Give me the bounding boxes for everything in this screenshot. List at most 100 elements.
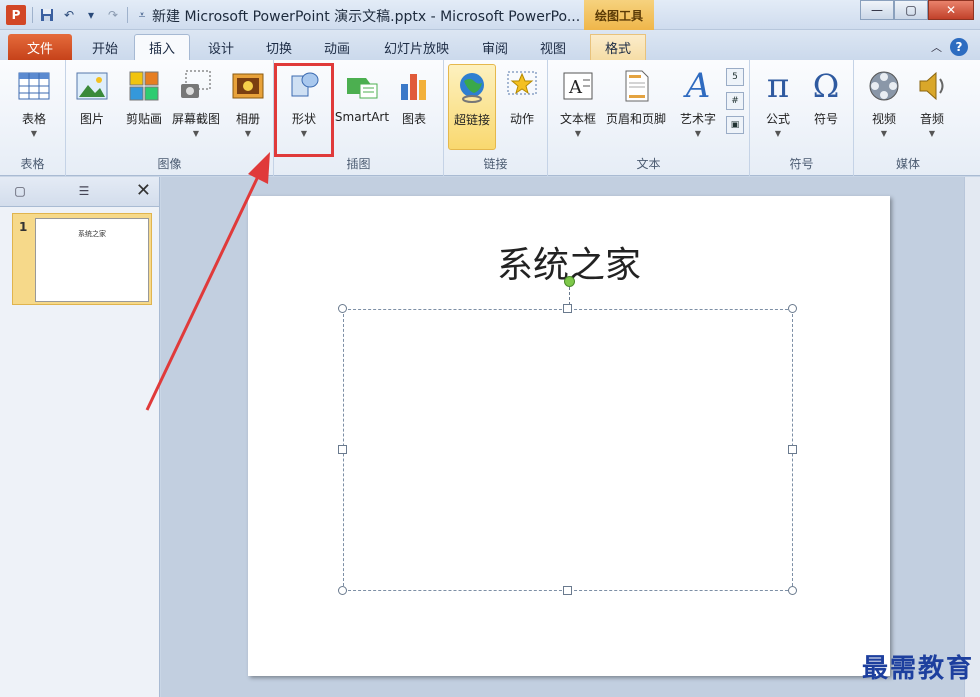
slide-number-icon[interactable]: 5	[726, 68, 744, 86]
resize-handle-left[interactable]	[338, 445, 347, 454]
collapse-ribbon-icon[interactable]: ︿	[931, 39, 942, 55]
video-label: 视频	[871, 112, 896, 126]
dropdown-arrow-icon: ▼	[928, 129, 936, 138]
dropdown-arrow-icon: ▼	[30, 129, 38, 138]
wordart-button[interactable]: A 艺术字 ▼	[672, 64, 724, 150]
dropdown-arrow-icon: ▼	[880, 129, 888, 138]
picture-icon	[76, 72, 108, 100]
hyperlink-globe-icon	[460, 73, 484, 103]
group-label-links: 链接	[483, 157, 508, 171]
rotation-handle[interactable]	[564, 276, 575, 287]
title-bar: P ↶ ▾ ↷ ⩡ 新建 Microsoft PowerPoint 演示文稿.p…	[0, 0, 980, 30]
screenshot-button[interactable]: 屏幕截图 ▼	[168, 64, 224, 150]
thumbnail-preview: 系统之家	[35, 218, 149, 302]
resize-handle-bottom-left[interactable]	[338, 586, 347, 595]
undo-icon[interactable]: ↶	[61, 7, 77, 23]
group-tables: 表格 ▼ 表格	[0, 60, 66, 176]
rotation-connector	[569, 287, 570, 305]
clipart-button[interactable]: 剪贴画	[118, 64, 170, 150]
group-media: 视频 ▼ 音频 ▼ 媒体	[854, 60, 962, 176]
date-time-icon[interactable]: #	[726, 92, 744, 110]
video-button[interactable]: 视频 ▼	[858, 64, 910, 150]
tab-review[interactable]: 审阅	[468, 34, 522, 60]
action-star-icon	[507, 71, 537, 95]
smartart-icon	[347, 78, 378, 99]
close-button[interactable]: ✕	[928, 0, 974, 20]
dropdown-arrow-icon[interactable]: ▾	[83, 7, 99, 23]
screenshot-label: 屏幕截图	[171, 112, 220, 126]
header-footer-label: 页眉和页脚	[605, 112, 666, 126]
help-icon[interactable]: ?	[950, 38, 968, 56]
audio-button[interactable]: 音频 ▼	[906, 64, 958, 150]
help-area: ︿ ?	[931, 38, 968, 56]
powerpoint-logo-icon[interactable]: P	[6, 5, 26, 25]
album-button[interactable]: 相册 ▼	[222, 64, 274, 150]
resize-handle-bottom[interactable]	[563, 586, 572, 595]
equation-button[interactable]: π 公式 ▼	[752, 64, 804, 150]
group-label-illustrations: 插图	[346, 157, 371, 171]
smartart-label: SmartArt	[334, 110, 390, 124]
group-label-images: 图像	[157, 157, 182, 171]
equation-label: 公式	[765, 112, 790, 126]
dropdown-arrow-icon: ▼	[574, 129, 582, 138]
customize-toolbar-icon[interactable]: ⩡	[134, 7, 150, 23]
symbol-omega-icon: Ω	[812, 67, 840, 105]
slide[interactable]: 系统之家	[248, 196, 890, 676]
slide-thumbnail[interactable]: 1 系统之家	[12, 213, 152, 305]
header-footer-button[interactable]: 页眉和页脚	[604, 64, 668, 150]
resize-handle-top[interactable]	[563, 304, 572, 313]
content-placeholder[interactable]	[343, 309, 793, 591]
redo-icon[interactable]: ↷	[105, 7, 121, 23]
textbox-button[interactable]: A 文本框 ▼	[552, 64, 604, 150]
tab-view[interactable]: 视图	[526, 34, 580, 60]
resize-handle-top-right[interactable]	[788, 304, 797, 313]
thumbnail-title: 系统之家	[78, 230, 106, 238]
hyperlink-button[interactable]: 超链接	[448, 64, 496, 150]
outline-tab-icon[interactable]: ☰	[72, 181, 96, 201]
resize-handle-top-left[interactable]	[338, 304, 347, 313]
resize-handle-bottom-right[interactable]	[788, 586, 797, 595]
tab-animations[interactable]: 动画	[310, 34, 364, 60]
window-title: 新建 Microsoft PowerPoint 演示文稿.pptx - Micr…	[152, 9, 581, 25]
hyperlink-label: 超链接	[453, 113, 490, 127]
tab-transitions[interactable]: 切换	[252, 34, 306, 60]
close-icon[interactable]: ✕	[136, 180, 151, 201]
table-label: 表格	[21, 112, 46, 126]
object-icon[interactable]: ▣	[726, 116, 744, 134]
group-text: A 文本框 ▼ 页眉和页脚 A 艺术字 ▼ 5 # ▣ 文本	[548, 60, 750, 176]
maximize-button[interactable]: ▢	[894, 0, 928, 20]
slide-panel: ▢ ☰ ✕ 1 系统之家	[0, 177, 160, 697]
symbol-button[interactable]: Ω 符号	[800, 64, 852, 150]
picture-button[interactable]: 图片	[66, 64, 118, 150]
divider	[32, 7, 33, 23]
picture-label: 图片	[79, 112, 104, 126]
vertical-scrollbar[interactable]	[964, 177, 980, 697]
chart-button[interactable]: 图表	[388, 64, 440, 150]
group-symbols: π 公式 ▼ Ω 符号 符号	[750, 60, 854, 176]
tab-format[interactable]: 格式	[590, 34, 647, 60]
tab-slideshow[interactable]: 幻灯片放映	[370, 34, 463, 60]
save-icon[interactable]	[39, 7, 55, 23]
table-icon	[18, 72, 50, 100]
slide-panel-tabs: ▢ ☰ ✕	[0, 177, 159, 207]
tab-insert[interactable]: 插入	[134, 34, 191, 60]
wordart-label: 艺术字	[679, 112, 716, 126]
audio-speaker-icon	[919, 71, 944, 101]
audio-label: 音频	[919, 112, 944, 126]
shapes-button[interactable]: 形状 ▼	[278, 64, 330, 150]
tab-design[interactable]: 设计	[194, 34, 248, 60]
dropdown-arrow-icon: ▼	[774, 129, 782, 138]
smartart-button[interactable]: SmartArt	[334, 64, 390, 150]
tab-file[interactable]: 文件	[8, 34, 72, 60]
group-illustrations: 形状 ▼ SmartArt 图表 插图	[274, 60, 444, 176]
group-images: 图片 剪贴画 屏幕截图 ▼ 相册 ▼ 图像	[66, 60, 274, 176]
action-button[interactable]: 动作	[496, 64, 548, 150]
resize-handle-right[interactable]	[788, 445, 797, 454]
watermark: 最需教育	[861, 654, 974, 684]
slides-tab-icon[interactable]: ▢	[8, 181, 32, 201]
tab-home[interactable]: 开始	[78, 34, 132, 60]
group-links: 超链接 动作 链接	[444, 60, 548, 176]
table-button[interactable]: 表格 ▼	[8, 64, 60, 150]
symbol-label: 符号	[813, 112, 838, 126]
minimize-button[interactable]: —	[860, 0, 894, 20]
